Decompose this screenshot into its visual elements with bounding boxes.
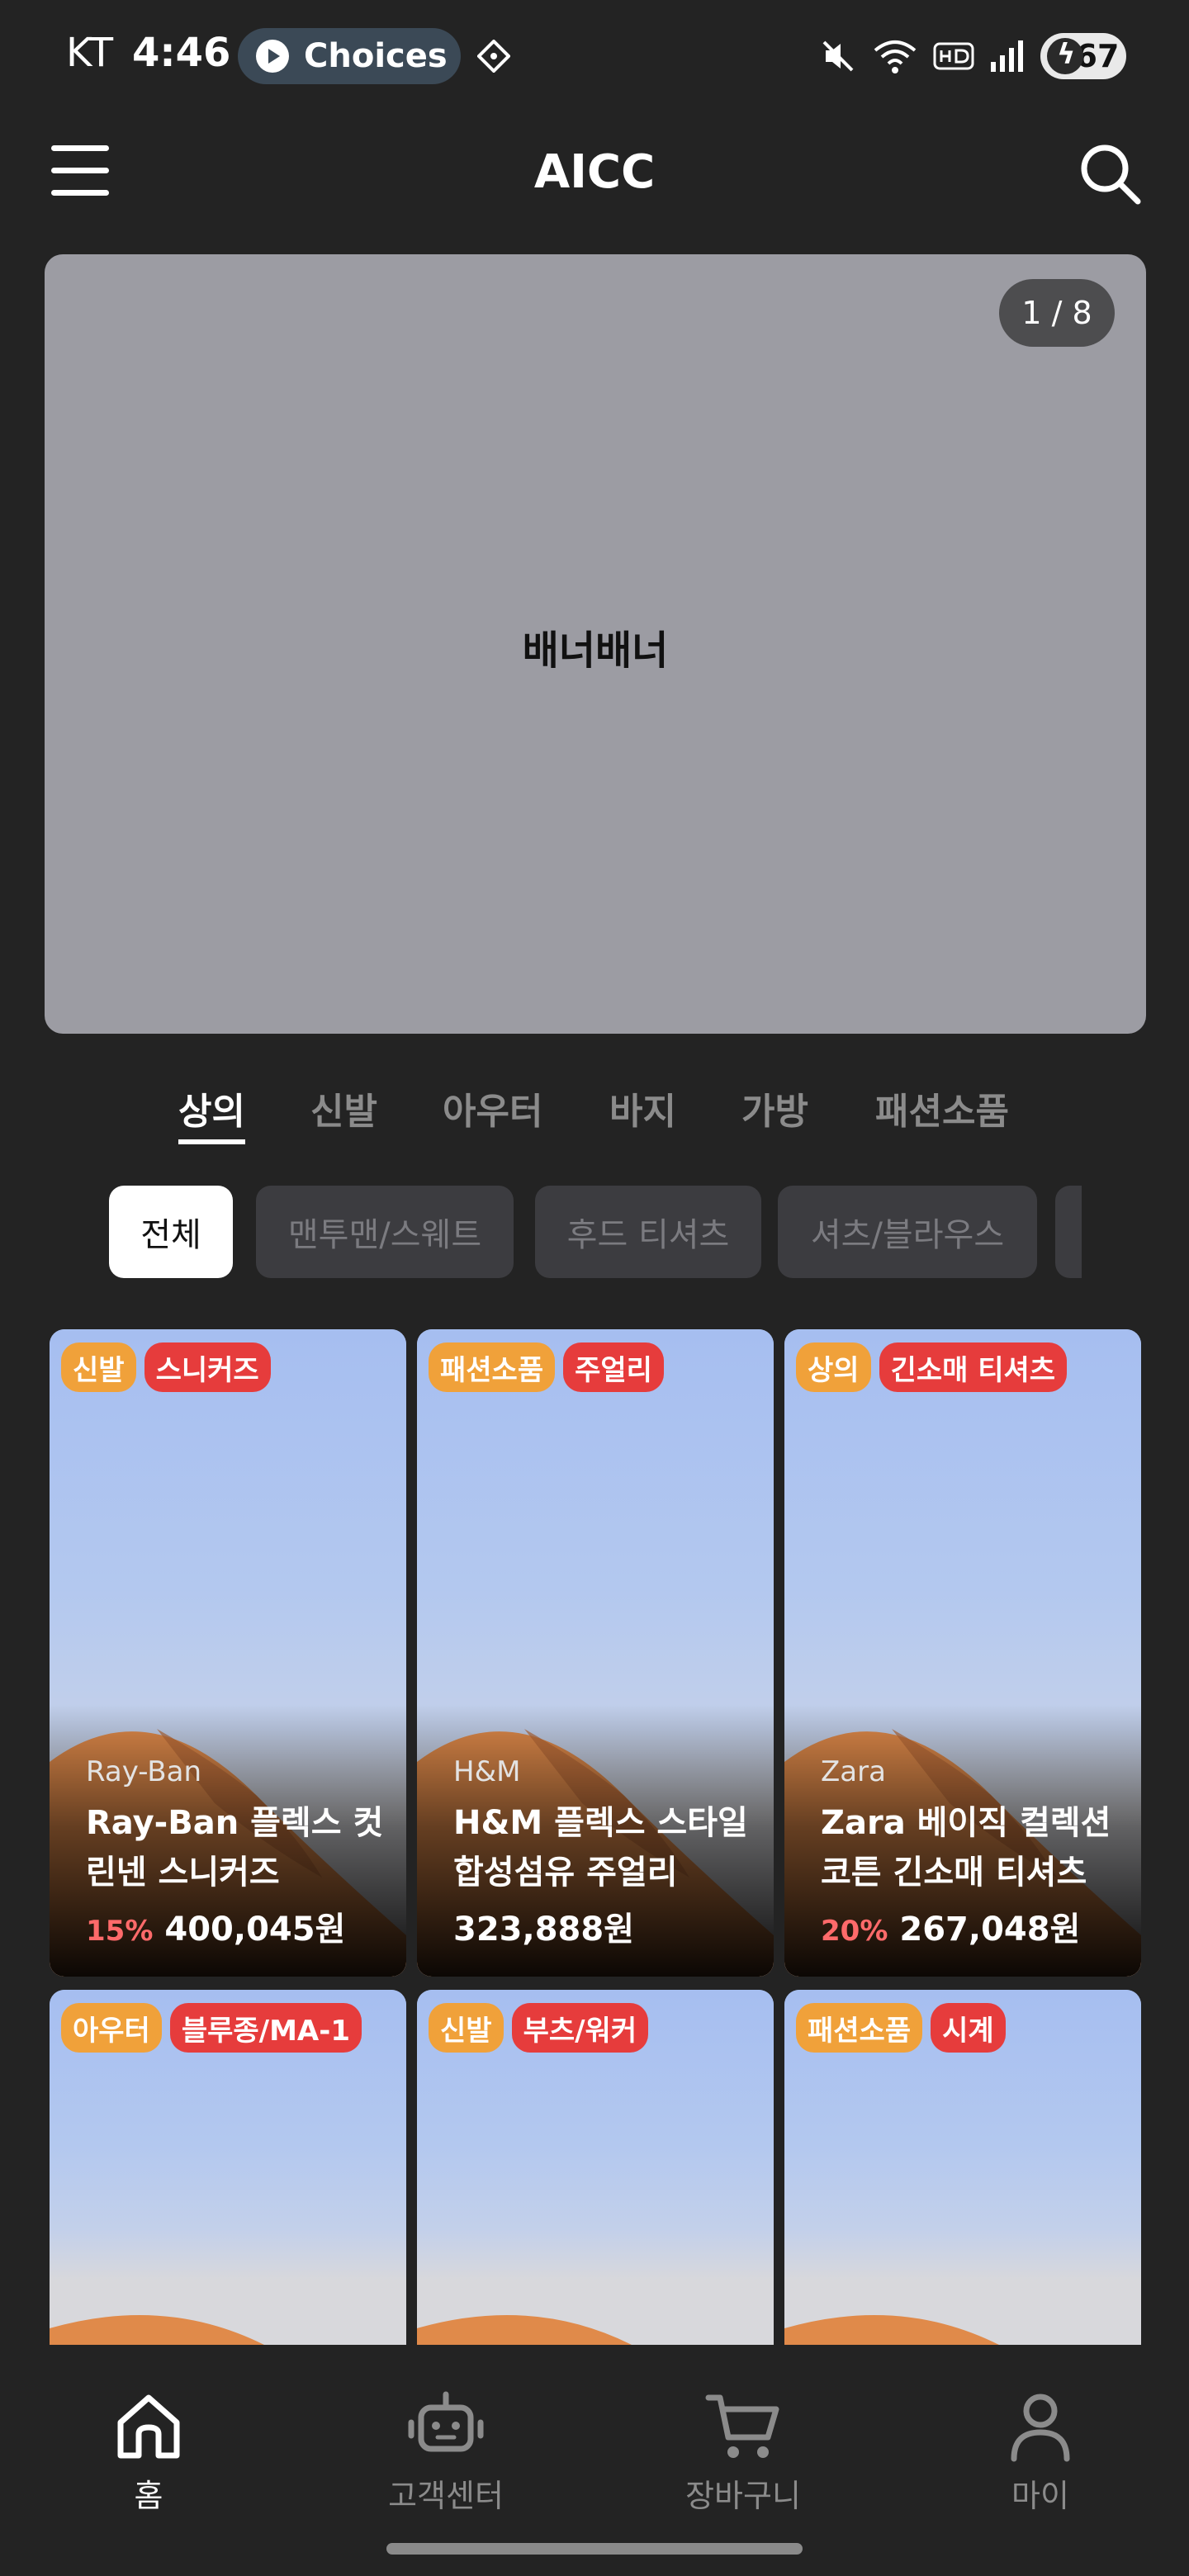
nav-home-label: 홈: [134, 2478, 163, 2514]
subcategory-chips: 전체 맨투맨/스웨트 후드 티셔츠 셔츠/블라우스: [109, 1186, 1082, 1278]
product-card[interactable]: 상의 긴소매 티셔츠 Zara Zara 베이직 컬렉션 코튼 긴소매 티셔츠 …: [784, 1329, 1141, 1977]
tab-bags[interactable]: 가방: [741, 1082, 808, 1134]
subcategory-badge: 시계: [931, 2003, 1006, 2053]
nav-home[interactable]: 홈: [66, 2386, 231, 2516]
tab-pants[interactable]: 바지: [609, 1082, 676, 1134]
app-pill: Choices: [238, 28, 461, 84]
nav-my-label: 마이: [1011, 2478, 1069, 2514]
search-icon[interactable]: [1077, 140, 1143, 206]
play-icon: [256, 40, 289, 73]
nav-cart-label: 장바구니: [685, 2478, 801, 2514]
subcategory-badge: 스니커즈: [144, 1342, 271, 1392]
mute-icon: [822, 40, 854, 72]
product-name-line: 코튼 긴소매 티셔츠: [821, 1854, 1087, 1892]
cart-icon: [705, 2394, 779, 2458]
category-tabs: 상의 신발 아우터 바지 가방 패션소품: [0, 1082, 1189, 1156]
product-brand: H&M: [453, 1755, 521, 1788]
bottom-nav: 홈 고객센터 장바구니 마이: [0, 2345, 1189, 2576]
user-icon: [1011, 2394, 1070, 2462]
product-name: H&M 플렉스 스타일 합성섬유 주얼리: [453, 1798, 759, 1897]
hd-icon: [933, 42, 974, 70]
discount-rate: 20%: [821, 1915, 888, 1948]
category-badge: 패션소품: [429, 1342, 556, 1392]
banner-counter: 1 / 8: [999, 279, 1115, 347]
product-name: Ray-Ban 플렉스 컷 린넨 스니커즈: [86, 1798, 391, 1897]
nav-my[interactable]: 마이: [958, 2386, 1123, 2516]
banner-carousel[interactable]: 1 / 8 배너배너: [45, 254, 1146, 1034]
chip-more[interactable]: [1055, 1186, 1082, 1278]
page-title: AICC: [533, 145, 656, 199]
product-name-line: Zara 베이직 컬렉션: [821, 1804, 1111, 1842]
charging-icon: [1047, 38, 1083, 74]
category-badge: 상의: [796, 1342, 871, 1392]
battery-indicator: 67: [1040, 33, 1126, 79]
product-card[interactable]: 아우터 블루종/MA-1: [50, 1990, 406, 2378]
carrier-label: KT: [66, 30, 114, 76]
category-badge: 아우터: [61, 2003, 162, 2053]
app-header: AICC: [0, 116, 1189, 231]
home-indicator[interactable]: [386, 2543, 803, 2555]
nav-customer-center[interactable]: 고객센터: [363, 2386, 528, 2516]
product-price: 323,888원: [453, 1911, 634, 1949]
product-brand: Zara: [821, 1755, 886, 1788]
product-name-line: H&M 플렉스 스타일: [453, 1804, 748, 1842]
app-pill-label: Choices: [304, 37, 448, 75]
product-name-line: Ray-Ban 플렉스 컷: [86, 1804, 384, 1842]
chip-all[interactable]: 전체: [109, 1186, 233, 1278]
subcategory-badge: 주얼리: [563, 1342, 664, 1392]
product-brand: Ray-Ban: [86, 1755, 202, 1788]
product-name: Zara 베이직 컬렉션 코튼 긴소매 티셔츠: [821, 1798, 1126, 1897]
status-bar: KT 4:46 Choices 67: [0, 0, 1189, 109]
product-price: 400,045원: [164, 1911, 346, 1949]
banner-text: 배너배너: [522, 627, 669, 674]
tab-shoes[interactable]: 신발: [310, 1082, 377, 1134]
subcategory-badge: 긴소매 티셔츠: [879, 1342, 1068, 1392]
tab-outerwear[interactable]: 아우터: [443, 1082, 542, 1134]
signal-icon: [991, 40, 1023, 72]
product-name-line: 린넨 스니커즈: [86, 1854, 280, 1892]
wifi-icon: [874, 40, 917, 73]
product-card[interactable]: 신발 부츠/워커: [417, 1990, 774, 2378]
chip-sweatshirt[interactable]: 맨투맨/스웨트: [256, 1186, 514, 1278]
clock: 4:46: [132, 30, 231, 76]
product-card[interactable]: 패션소품 시계: [784, 1990, 1141, 2378]
product-card[interactable]: 패션소품 주얼리 H&M H&M 플렉스 스타일 합성섬유 주얼리 323,88…: [417, 1329, 774, 1977]
category-badge: 패션소품: [796, 2003, 923, 2053]
subcategory-badge: 블루종/MA-1: [169, 2003, 362, 2053]
nav-cart[interactable]: 장바구니: [661, 2386, 826, 2516]
home-icon: [117, 2394, 180, 2459]
diamond-icon: [477, 40, 510, 73]
product-price: 267,048원: [899, 1911, 1081, 1949]
chip-shirt-blouse[interactable]: 셔츠/블라우스: [778, 1186, 1037, 1278]
category-badge: 신발: [429, 2003, 504, 2053]
robot-icon: [408, 2391, 484, 2452]
chip-hoodie[interactable]: 후드 티셔츠: [535, 1186, 761, 1278]
product-card[interactable]: 신발 스니커즈 Ray-Ban Ray-Ban 플렉스 컷 린넨 스니커즈 15…: [50, 1329, 406, 1977]
tab-tops[interactable]: 상의: [178, 1082, 245, 1144]
product-name-line: 합성섬유 주얼리: [453, 1854, 678, 1892]
nav-customer-center-label: 고객센터: [388, 2478, 504, 2514]
category-badge: 신발: [61, 1342, 136, 1392]
discount-rate: 15%: [86, 1915, 154, 1948]
subcategory-badge: 부츠/워커: [511, 2003, 649, 2053]
tab-fashion-accessories[interactable]: 패션소품: [875, 1082, 1009, 1134]
